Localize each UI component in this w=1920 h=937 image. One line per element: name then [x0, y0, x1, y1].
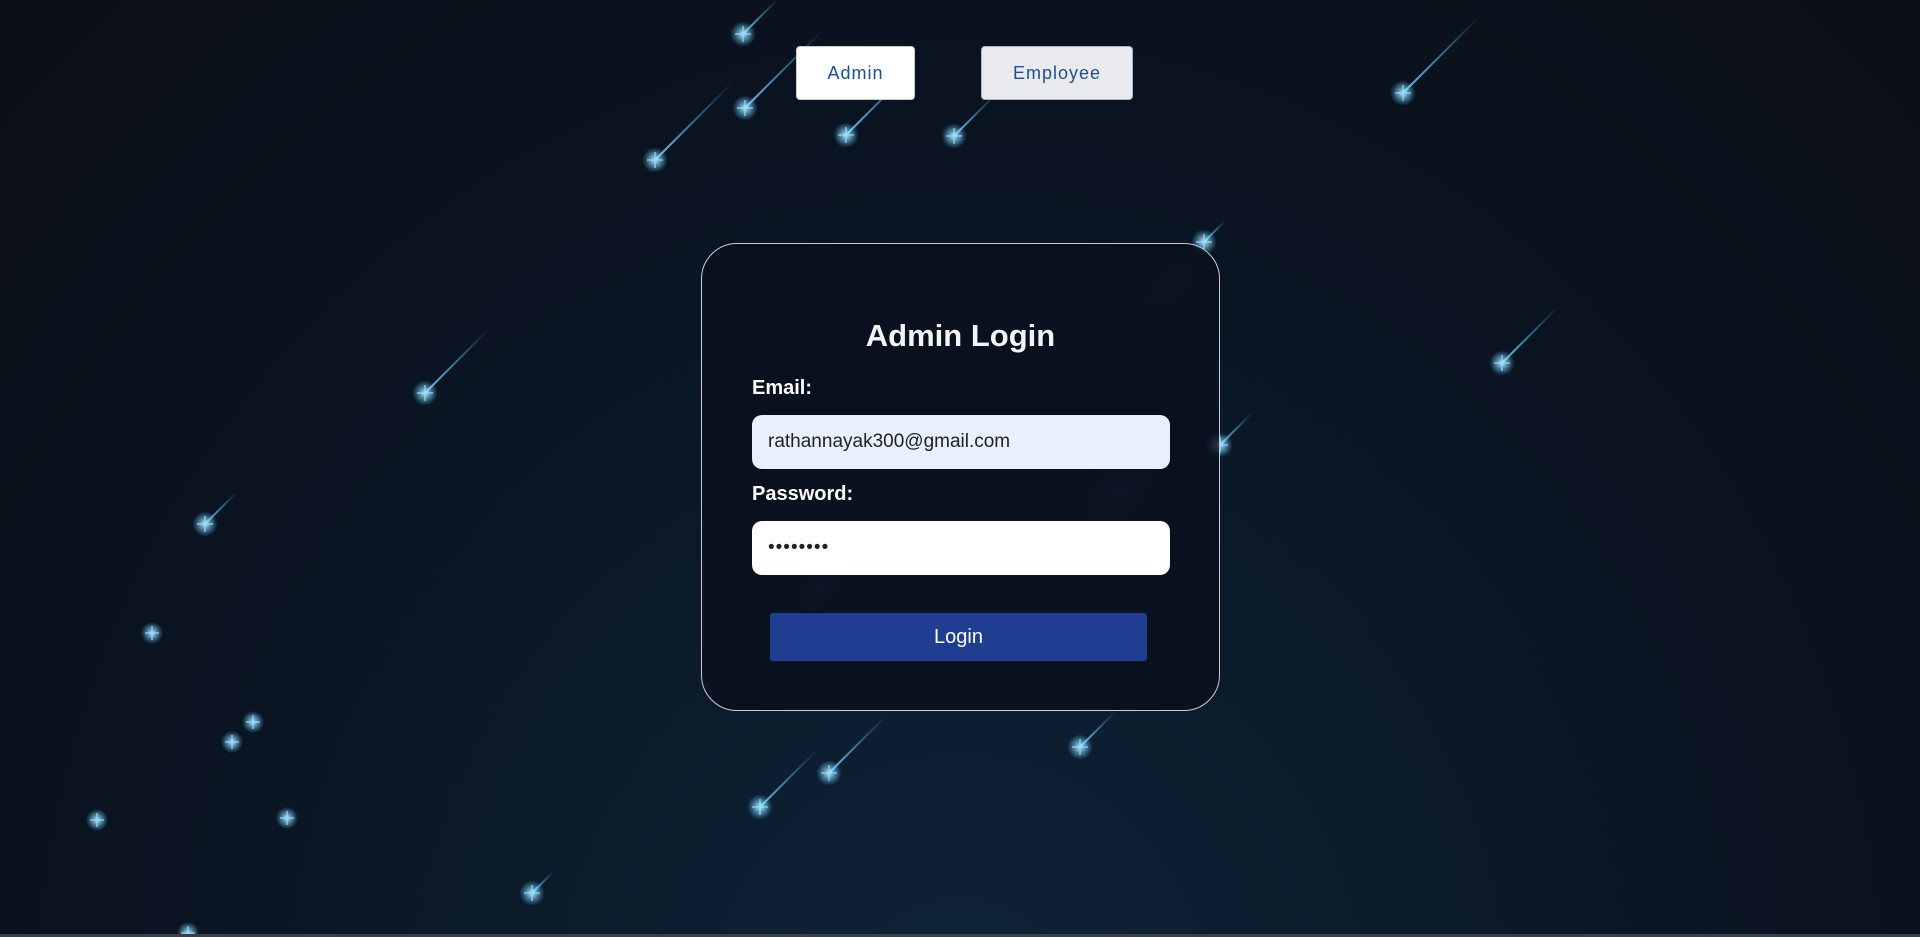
role-switch: Admin Employee [0, 46, 1920, 100]
password-input[interactable] [752, 521, 1170, 575]
shooting-star [424, 328, 490, 394]
shooting-star [531, 870, 555, 894]
email-label: Email: [752, 377, 813, 399]
employee-role-button[interactable]: Employee [981, 46, 1133, 100]
shooting-star [742, 0, 779, 35]
email-input[interactable] [752, 415, 1170, 469]
shooting-star [759, 749, 818, 808]
password-label: Password: [752, 483, 854, 505]
login-card: Admin Login Email: Password: Login [701, 243, 1220, 711]
admin-role-button[interactable]: Admin [796, 46, 915, 100]
shooting-star [1501, 305, 1560, 364]
shooting-star [1219, 412, 1253, 446]
shooting-star [1203, 219, 1227, 243]
login-button[interactable]: Login [770, 613, 1147, 661]
login-title: Admin Login [865, 318, 1056, 353]
shooting-star [828, 715, 887, 774]
shooting-star [204, 491, 238, 525]
shooting-star [1079, 710, 1117, 748]
